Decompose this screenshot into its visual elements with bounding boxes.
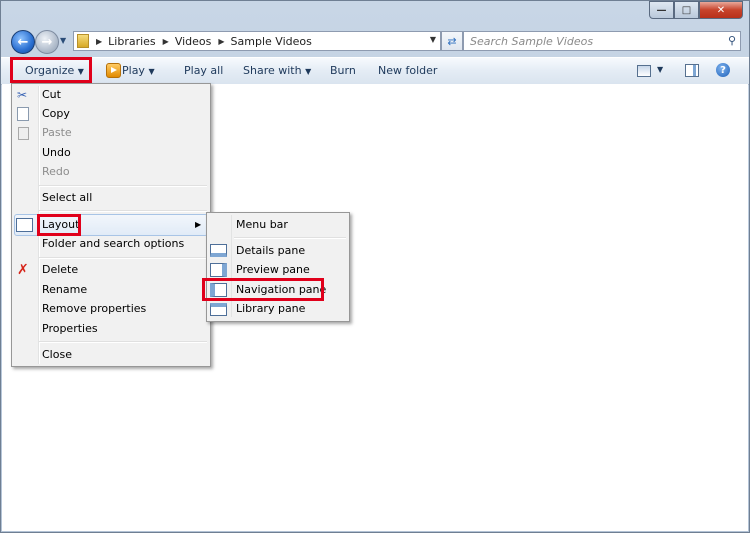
share-with-button[interactable]: Share with ▼: [243, 64, 311, 77]
play-button[interactable]: Play ▼: [122, 64, 155, 77]
back-arrow-icon: ←: [17, 34, 29, 50]
menu-item-properties[interactable]: Properties: [42, 322, 98, 335]
maximize-button[interactable]: □: [674, 1, 699, 19]
copy-icon: [17, 107, 29, 121]
menu-separator: [39, 257, 207, 259]
forward-button[interactable]: →: [35, 30, 59, 54]
caption-buttons: — □ ✕: [649, 1, 743, 19]
new-folder-button[interactable]: New folder: [378, 64, 437, 77]
details-pane-icon: [210, 244, 227, 257]
address-bar[interactable]: ▶ Libraries ▶ Videos ▶ Sample Videos ▼: [73, 31, 441, 51]
layout-highlight-box: [37, 214, 81, 236]
chevron-right-icon[interactable]: ▶: [163, 37, 169, 46]
menu-separator: [39, 210, 207, 212]
submenu-item-details-pane[interactable]: Details pane: [236, 244, 305, 257]
back-button[interactable]: ←: [11, 30, 35, 54]
menu-item-folder-options[interactable]: Folder and search options: [42, 237, 184, 250]
forward-arrow-icon: →: [41, 34, 53, 50]
menu-item-select-all[interactable]: Select all: [42, 191, 92, 204]
breadcrumb-libraries[interactable]: Libraries: [108, 35, 156, 48]
address-row: ← → ▼ ▶ Libraries ▶ Videos ▶ Sample Vide…: [9, 29, 743, 54]
recent-pages-dropdown[interactable]: ▼: [60, 36, 66, 45]
help-icon[interactable]: ?: [716, 63, 730, 77]
menu-item-paste[interactable]: Paste: [42, 126, 72, 139]
preview-pane-icon: [210, 263, 227, 277]
layout-icon: [16, 218, 33, 232]
search-input[interactable]: Search Sample Videos ⚲: [463, 31, 741, 51]
address-dropdown-icon[interactable]: ▼: [430, 35, 436, 44]
menu-item-cut[interactable]: Cut: [42, 88, 61, 101]
menu-item-copy[interactable]: Copy: [42, 107, 70, 120]
burn-button[interactable]: Burn: [330, 64, 356, 77]
delete-icon: ✗: [17, 262, 29, 278]
submenu-gutter: [231, 215, 232, 317]
library-pane-icon: [210, 303, 227, 316]
close-window-button[interactable]: ✕: [699, 1, 743, 19]
breadcrumb-videos[interactable]: Videos: [175, 35, 212, 48]
folder-icon: [77, 34, 89, 48]
submenu-item-preview-pane[interactable]: Preview pane: [236, 263, 310, 276]
menu-item-close[interactable]: Close: [42, 348, 72, 361]
minimize-icon: —: [656, 4, 667, 16]
chevron-down-icon: ▼: [148, 67, 155, 76]
share-with-label: Share with: [243, 64, 302, 77]
close-icon: ✕: [716, 4, 726, 16]
search-icon[interactable]: ⚲: [728, 34, 736, 47]
chevron-right-icon[interactable]: ▶: [96, 37, 102, 46]
play-all-button[interactable]: Play all: [184, 64, 223, 77]
chevron-right-icon[interactable]: ▶: [218, 37, 224, 46]
menu-item-undo[interactable]: Undo: [42, 146, 71, 159]
views-dropdown-icon[interactable]: ▼: [657, 65, 663, 74]
menu-separator: [39, 341, 207, 343]
menu-separator: [39, 185, 207, 187]
search-placeholder: Search Sample Videos: [470, 35, 594, 48]
preview-pane-toggle-icon[interactable]: [685, 64, 699, 77]
submenu-item-library-pane[interactable]: Library pane: [236, 302, 305, 315]
menu-item-delete[interactable]: Delete: [42, 263, 78, 276]
play-icon: [106, 63, 121, 78]
scissors-icon: ✂: [17, 88, 28, 102]
menu-item-rename[interactable]: Rename: [42, 283, 87, 296]
menu-item-remove-properties[interactable]: Remove properties: [42, 302, 146, 315]
refresh-icon: ⇄: [447, 34, 457, 48]
maximize-icon: □: [681, 4, 692, 16]
submenu-item-menu-bar[interactable]: Menu bar: [236, 218, 288, 231]
navigation-pane-highlight-box: [202, 278, 324, 301]
play-label: Play: [122, 64, 145, 77]
chevron-down-icon: ▼: [305, 67, 312, 76]
minimize-button[interactable]: —: [649, 1, 674, 19]
menu-separator: [234, 237, 346, 239]
organize-highlight-box: [10, 57, 92, 83]
explorer-window: — □ ✕ ← → ▼ ▶ Libraries ▶ Videos ▶ Sampl…: [0, 0, 750, 533]
breadcrumb-sample-videos[interactable]: Sample Videos: [231, 35, 312, 48]
paste-icon: [18, 127, 29, 140]
menu-item-redo[interactable]: Redo: [42, 165, 70, 178]
change-view-icon[interactable]: [637, 65, 651, 77]
submenu-arrow-icon: ▶: [195, 220, 202, 229]
refresh-button[interactable]: ⇄: [441, 31, 463, 51]
